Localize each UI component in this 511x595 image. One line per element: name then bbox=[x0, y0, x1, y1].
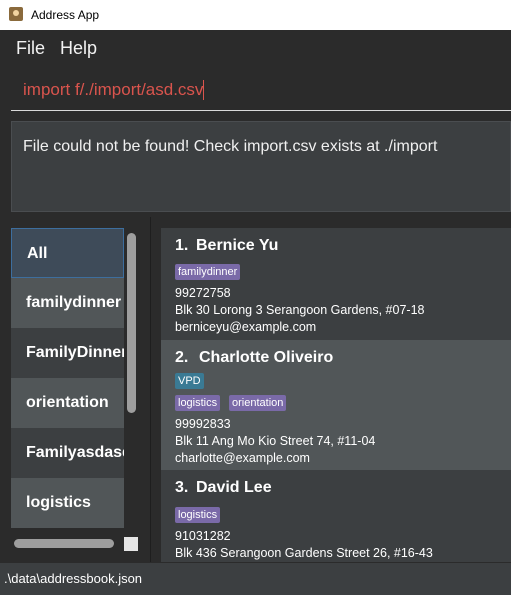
tag-item-orientation[interactable]: orientation bbox=[11, 378, 124, 428]
main-split: All familydinner FamilyDinner orientatio… bbox=[0, 217, 511, 562]
person-list-panel[interactable]: 1. Bernice Yu familydinner 99272758 Blk … bbox=[151, 217, 511, 562]
person-index: 1. bbox=[175, 237, 189, 254]
tag-item-familydinner-caps[interactable]: FamilyDinner bbox=[11, 328, 124, 378]
status-bar: .\data\addressbook.json bbox=[0, 562, 511, 595]
window-title: Address App bbox=[31, 8, 100, 22]
menu-file[interactable]: File bbox=[16, 38, 45, 59]
person-email: charlotte@example.com bbox=[175, 451, 310, 465]
tag-item-familydinner[interactable]: familydinner bbox=[11, 278, 124, 328]
person-tag: logistics bbox=[175, 507, 221, 523]
tag-list-vertical-scrollbar[interactable] bbox=[126, 228, 138, 540]
tag-list-horizontal-scroll-thumb[interactable] bbox=[14, 539, 114, 548]
tag-item-label: All bbox=[27, 245, 48, 262]
person-index: 3. bbox=[175, 479, 189, 496]
tag-item-familyasdasd[interactable]: Familyasdasd bbox=[11, 428, 124, 478]
person-phone: 99992833 bbox=[175, 417, 231, 431]
save-location: .\data\addressbook.json bbox=[4, 571, 143, 586]
address-book-icon bbox=[9, 7, 23, 21]
tag-item-label: logistics bbox=[26, 494, 91, 511]
person-name: David Lee bbox=[196, 479, 272, 496]
person-name: Charlotte Oliveiro bbox=[199, 349, 334, 366]
tag-item-label: FamilyDinner bbox=[26, 344, 124, 361]
person-address: Blk 436 Serangoon Gardens Street 26, #16… bbox=[175, 546, 433, 560]
person-index: 2. bbox=[175, 349, 189, 366]
result-message: File could not be found! Check import.cs… bbox=[23, 138, 438, 155]
scroll-corner bbox=[124, 537, 138, 551]
command-text: import f/./import/asd.csv bbox=[23, 80, 204, 99]
command-input[interactable]: import f/./import/asd.csv bbox=[11, 66, 511, 111]
text-caret bbox=[203, 80, 204, 100]
person-tag: logistics bbox=[175, 395, 221, 411]
menu-bar: File Help bbox=[0, 30, 511, 67]
person-special-tag: VPD bbox=[175, 373, 204, 389]
tag-item-label: familydinner bbox=[26, 294, 122, 311]
tag-item-label: orientation bbox=[26, 394, 109, 411]
result-area: File could not be found! Check import.cs… bbox=[0, 116, 511, 217]
person-tag: orientation bbox=[229, 395, 287, 411]
person-phone: 99272758 bbox=[175, 286, 231, 300]
person-address: Blk 11 Ang Mo Kio Street 74, #11-04 bbox=[175, 434, 376, 448]
menu-help[interactable]: Help bbox=[60, 38, 97, 59]
result-display[interactable]: File could not be found! Check import.cs… bbox=[11, 121, 511, 212]
tag-item-logistics[interactable]: logistics bbox=[11, 478, 124, 528]
tag-list-panel: All familydinner FamilyDinner orientatio… bbox=[0, 217, 151, 562]
tag-item-all[interactable]: All bbox=[11, 228, 124, 278]
person-name: Bernice Yu bbox=[196, 237, 279, 254]
command-area: import f/./import/asd.csv bbox=[0, 66, 511, 116]
person-address: Blk 30 Lorong 3 Serangoon Gardens, #07-1… bbox=[175, 303, 425, 317]
person-card[interactable]: 2. Charlotte Oliveiro VPD logistics orie… bbox=[161, 340, 511, 470]
person-card[interactable]: 3. David Lee logistics 91031282 Blk 436 … bbox=[161, 470, 511, 562]
tag-list-vertical-scroll-thumb[interactable] bbox=[127, 233, 136, 413]
person-phone: 91031282 bbox=[175, 529, 231, 543]
person-card[interactable]: 1. Bernice Yu familydinner 99272758 Blk … bbox=[161, 228, 511, 340]
tag-list[interactable]: All familydinner FamilyDinner orientatio… bbox=[11, 228, 124, 540]
title-bar: Address App bbox=[0, 0, 511, 30]
person-tag: familydinner bbox=[175, 264, 241, 280]
tag-item-label: Familyasdasd bbox=[26, 444, 124, 461]
person-email: berniceyu@example.com bbox=[175, 320, 317, 334]
